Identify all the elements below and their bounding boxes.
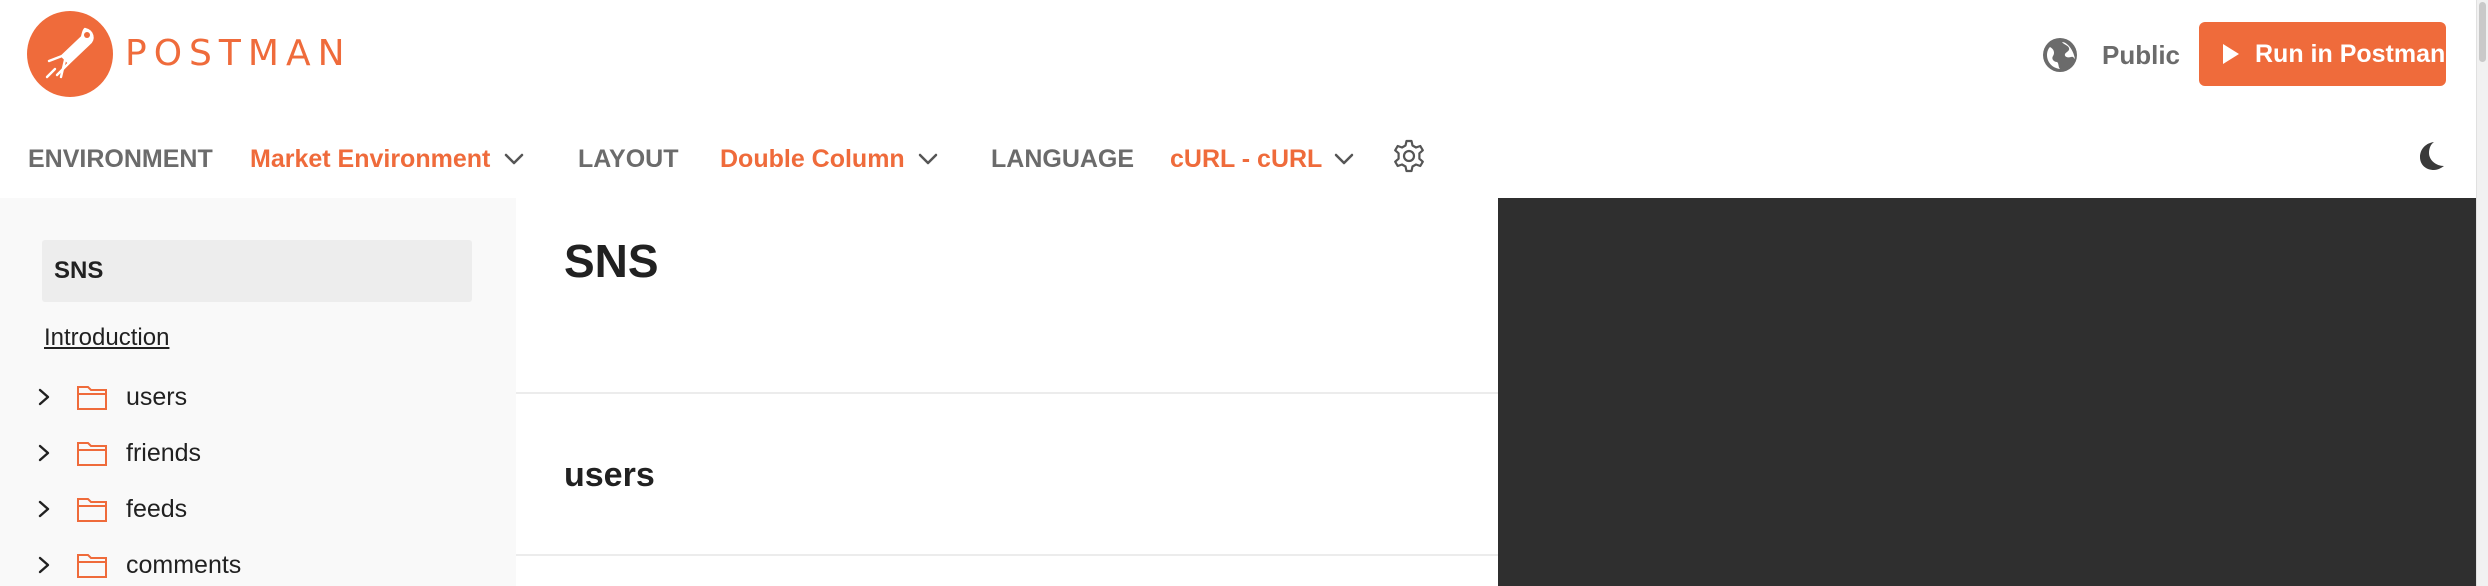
visibility-status: Public bbox=[2042, 36, 2180, 74]
run-button-label: Run in Postman bbox=[2255, 39, 2446, 68]
chevron-right-icon[interactable] bbox=[34, 443, 54, 463]
sidebar-folder-users[interactable]: users bbox=[34, 377, 187, 417]
folder-icon bbox=[77, 498, 107, 522]
folder-icon bbox=[77, 554, 107, 578]
chevron-right-icon[interactable] bbox=[34, 499, 54, 519]
scrollbar-thumb[interactable] bbox=[2479, 2, 2486, 62]
folder-label: users bbox=[126, 382, 188, 411]
folder-icon bbox=[77, 442, 107, 466]
folder-label: comments bbox=[126, 550, 242, 579]
folder-icon bbox=[77, 386, 107, 410]
chevron-down-icon[interactable] bbox=[503, 152, 525, 166]
visibility-label: Public bbox=[2102, 39, 2181, 70]
documentation-toolbar: ENVIRONMENT Market Environment LAYOUT Do… bbox=[0, 108, 2476, 198]
section-divider bbox=[516, 392, 1498, 394]
page-scrollbar[interactable] bbox=[2476, 0, 2488, 586]
chevron-right-icon[interactable] bbox=[34, 387, 54, 407]
gear-icon[interactable] bbox=[1392, 139, 1426, 173]
code-sample-pane bbox=[1498, 198, 2478, 586]
folder-label: feeds bbox=[126, 494, 188, 523]
page-title: SNS bbox=[564, 235, 659, 287]
sidebar-folder-comments[interactable]: comments bbox=[34, 545, 241, 585]
section-title-users: users bbox=[564, 456, 655, 494]
environment-select[interactable]: Market Environment bbox=[250, 144, 490, 174]
top-header: POSTMAN Public Run in Postman bbox=[0, 0, 2476, 108]
chevron-right-icon[interactable] bbox=[34, 555, 54, 575]
layout-label: LAYOUT bbox=[578, 145, 679, 173]
globe-icon bbox=[2043, 38, 2077, 72]
layout-select[interactable]: Double Column bbox=[720, 144, 905, 174]
folder-label: friends bbox=[126, 438, 202, 467]
moon-icon[interactable] bbox=[2414, 140, 2446, 172]
chevron-down-icon[interactable] bbox=[1333, 152, 1355, 166]
environment-label: ENVIRONMENT bbox=[28, 145, 213, 173]
language-select[interactable]: cURL - cURL bbox=[1170, 144, 1322, 174]
introduction-link[interactable]: Introduction bbox=[44, 324, 169, 352]
main-content: SNS users bbox=[516, 198, 1498, 586]
sidebar-folder-friends[interactable]: friends bbox=[34, 433, 201, 473]
sidebar-folder-feeds[interactable]: feeds bbox=[34, 489, 187, 529]
postman-logo-icon[interactable] bbox=[27, 11, 113, 97]
section-divider bbox=[516, 554, 1498, 556]
play-icon bbox=[2223, 44, 2239, 64]
collection-title[interactable]: SNS bbox=[42, 240, 472, 302]
sidebar: SNS Introduction users friends feeds com… bbox=[0, 198, 516, 586]
language-label: LANGUAGE bbox=[991, 145, 1135, 173]
brand-name: POSTMAN bbox=[125, 33, 352, 74]
run-in-postman-button[interactable]: Run in Postman bbox=[2199, 22, 2446, 86]
chevron-down-icon[interactable] bbox=[917, 152, 939, 166]
